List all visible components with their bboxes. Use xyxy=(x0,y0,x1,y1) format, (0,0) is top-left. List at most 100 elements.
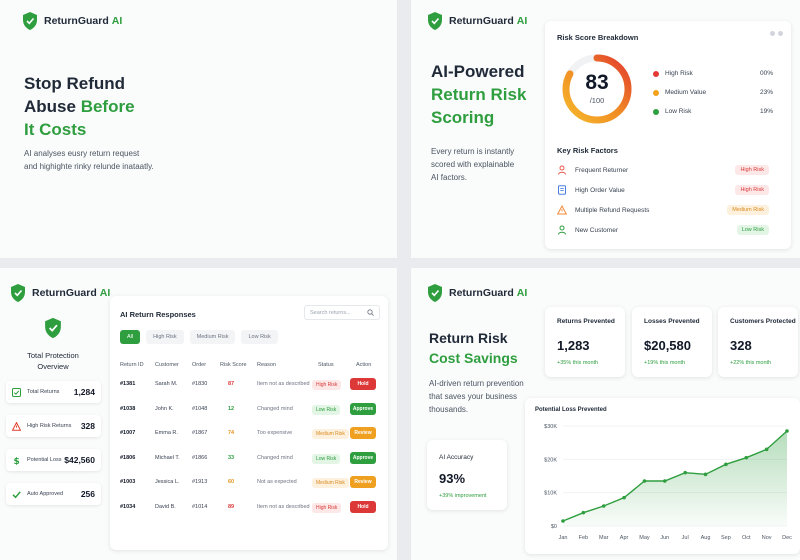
x-tick-label: Feb xyxy=(579,535,588,541)
col-order[interactable]: Order xyxy=(192,362,206,368)
stat-label: Auto Approved xyxy=(27,491,64,497)
review-button[interactable]: Review xyxy=(350,427,376,439)
stat-label: High Risk Returns xyxy=(27,423,72,429)
risk-factor-label: Frequent Returner xyxy=(575,166,629,174)
legend-label: Low Risk xyxy=(665,108,692,115)
review-button[interactable]: Review xyxy=(350,476,376,488)
stat-auto-approved[interactable]: Auto Approved 256 xyxy=(6,483,101,505)
hold-button[interactable]: Hold xyxy=(350,500,376,513)
protection-title: Total Protection Overview xyxy=(10,350,96,372)
cell-risk-score: 33 xyxy=(228,454,235,461)
risk-factor-badge: High Risk xyxy=(735,165,769,175)
legend-dot xyxy=(653,70,659,77)
savings-subtitle-line3: thousands. xyxy=(429,405,469,414)
risk-factor-badge: High Risk xyxy=(735,185,769,195)
hero-title-line3: It Costs xyxy=(24,120,87,139)
risk-factor-badge: Low Risk xyxy=(736,225,769,235)
brand-logo[interactable]: ReturnGuard AI xyxy=(22,12,122,30)
data-point xyxy=(642,479,647,483)
stat-label: Potential Loss xyxy=(27,457,62,463)
card-menu-icon[interactable] xyxy=(770,31,783,36)
savings-panel: ReturnGuard AI Return Risk Cost Savings A… xyxy=(411,268,800,560)
accuracy-delta: +39% improvement xyxy=(439,493,487,499)
savings-title-line1: Return Risk xyxy=(429,330,508,346)
brand-logo[interactable]: ReturnGuard AI xyxy=(427,12,527,30)
stat-value: 328 xyxy=(80,421,95,431)
scoring-title-line3: Scoring xyxy=(431,108,495,127)
cell-order: #1014 xyxy=(192,503,208,510)
col-return-id[interactable]: Return ID xyxy=(120,362,144,368)
brand-logo[interactable]: ReturnGuard AI xyxy=(10,284,110,302)
filter-low-risk[interactable]: Low Risk xyxy=(241,330,278,344)
risk-factor-multiple-refunds[interactable]: Multiple Refund Requests Medium Risk xyxy=(557,202,769,218)
search-input[interactable]: Search returns... xyxy=(304,305,380,320)
protection-shield-icon xyxy=(45,317,61,339)
metric-losses-prevented[interactable]: Losses Prevented $20,580 +19% this month xyxy=(632,307,712,377)
cell-risk-score: 12 xyxy=(228,405,235,412)
brand-name: ReturnGuard xyxy=(32,287,97,299)
x-tick-label: Jun xyxy=(660,535,669,541)
x-tick-label: Mar xyxy=(599,535,609,541)
hero-title-line2: Abuse Before xyxy=(24,95,135,118)
risk-score-max: /100 xyxy=(589,96,605,105)
metric-customers-protected[interactable]: Customers Protected 328 +22% this month xyxy=(718,307,798,377)
cell-order: #1830 xyxy=(192,381,208,387)
cell-reason: Too expensive xyxy=(257,430,293,436)
col-reason[interactable]: Reason xyxy=(257,362,276,368)
cell-customer: Michael T. xyxy=(155,454,180,461)
checkbox-icon xyxy=(12,387,21,397)
shield-icon xyxy=(428,12,442,30)
data-point xyxy=(785,429,789,433)
stat-total-returns[interactable]: Total Returns 1,284 xyxy=(6,381,101,403)
ai-accuracy-card[interactable]: AI Accuracy 93% +39% improvement xyxy=(427,440,507,510)
filter-medium-risk[interactable]: Medium Risk xyxy=(189,330,236,344)
approve-button[interactable]: Approve xyxy=(350,402,376,415)
col-risk-score[interactable]: Risk Score xyxy=(220,362,247,368)
risk-factor-frequent-returner[interactable]: Frequent Returner High Risk xyxy=(557,162,769,178)
col-action[interactable]: Action xyxy=(356,362,371,368)
check-icon xyxy=(12,490,21,498)
cell-customer: David B. xyxy=(155,503,176,510)
cell-order: #1913 xyxy=(192,479,208,485)
stat-potential-loss[interactable]: $ Potential Loss $42,560 xyxy=(6,449,101,471)
search-placeholder: Search returns... xyxy=(310,309,351,316)
user-icon xyxy=(558,225,566,235)
col-status[interactable]: Status xyxy=(318,362,334,368)
brand-name: ReturnGuard xyxy=(44,15,109,27)
stat-high-risk-returns[interactable]: High Risk Returns 328 xyxy=(6,415,101,437)
cell-return-id: #1034 xyxy=(120,503,136,510)
legend-value: 00% xyxy=(759,70,773,77)
data-point xyxy=(724,462,728,467)
risk-factor-new-customer[interactable]: New Customer Low Risk xyxy=(557,222,769,238)
dollar-icon: $ xyxy=(14,457,20,465)
legend-label: High Risk xyxy=(665,70,693,77)
filter-high-risk[interactable]: High Risk xyxy=(146,330,184,344)
cell-status-badge: Medium Risk xyxy=(312,429,349,439)
hero-subtitle-line1: AI analyses eusry return request xyxy=(24,149,140,158)
hold-button[interactable]: Hold xyxy=(350,378,376,390)
cell-return-id: #1381 xyxy=(120,381,136,387)
scoring-title-line1: AI-Powered xyxy=(431,62,525,81)
stat-label: Total Returns xyxy=(27,389,60,395)
shield-icon xyxy=(23,12,37,30)
scoring-subtitle-line2: scored with explainable xyxy=(431,160,515,169)
x-tick-label: Jan xyxy=(559,535,568,541)
scoring-subtitle: Every return is instantly scored with ex… xyxy=(431,145,514,184)
brand-logo[interactable]: ReturnGuard AI xyxy=(427,284,527,302)
savings-subtitle: AI-driven return prevention that saves y… xyxy=(429,377,524,416)
key-risk-factors-title: Key Risk Factors xyxy=(557,146,618,155)
filter-all[interactable]: All xyxy=(120,330,141,344)
col-customer[interactable]: Customer xyxy=(155,362,179,368)
data-point xyxy=(663,479,667,483)
risk-factor-high-order-value[interactable]: High Order Value High Risk xyxy=(557,182,769,198)
approve-button[interactable]: Approve xyxy=(350,451,376,464)
x-tick-label: Nov xyxy=(762,535,772,541)
brand-ai: AI xyxy=(516,15,528,27)
legend-value: 19% xyxy=(759,108,773,115)
metric-returns-prevented[interactable]: Returns Prevented 1,283 +35% this month xyxy=(545,307,625,377)
legend-dot xyxy=(653,89,659,96)
cell-return-id: #1806 xyxy=(120,454,136,461)
legend-low-risk: Low Risk 19% xyxy=(653,108,773,115)
cell-risk-score: 74 xyxy=(228,430,235,436)
scoring-subtitle-line1: Every return is instantly xyxy=(431,147,515,156)
